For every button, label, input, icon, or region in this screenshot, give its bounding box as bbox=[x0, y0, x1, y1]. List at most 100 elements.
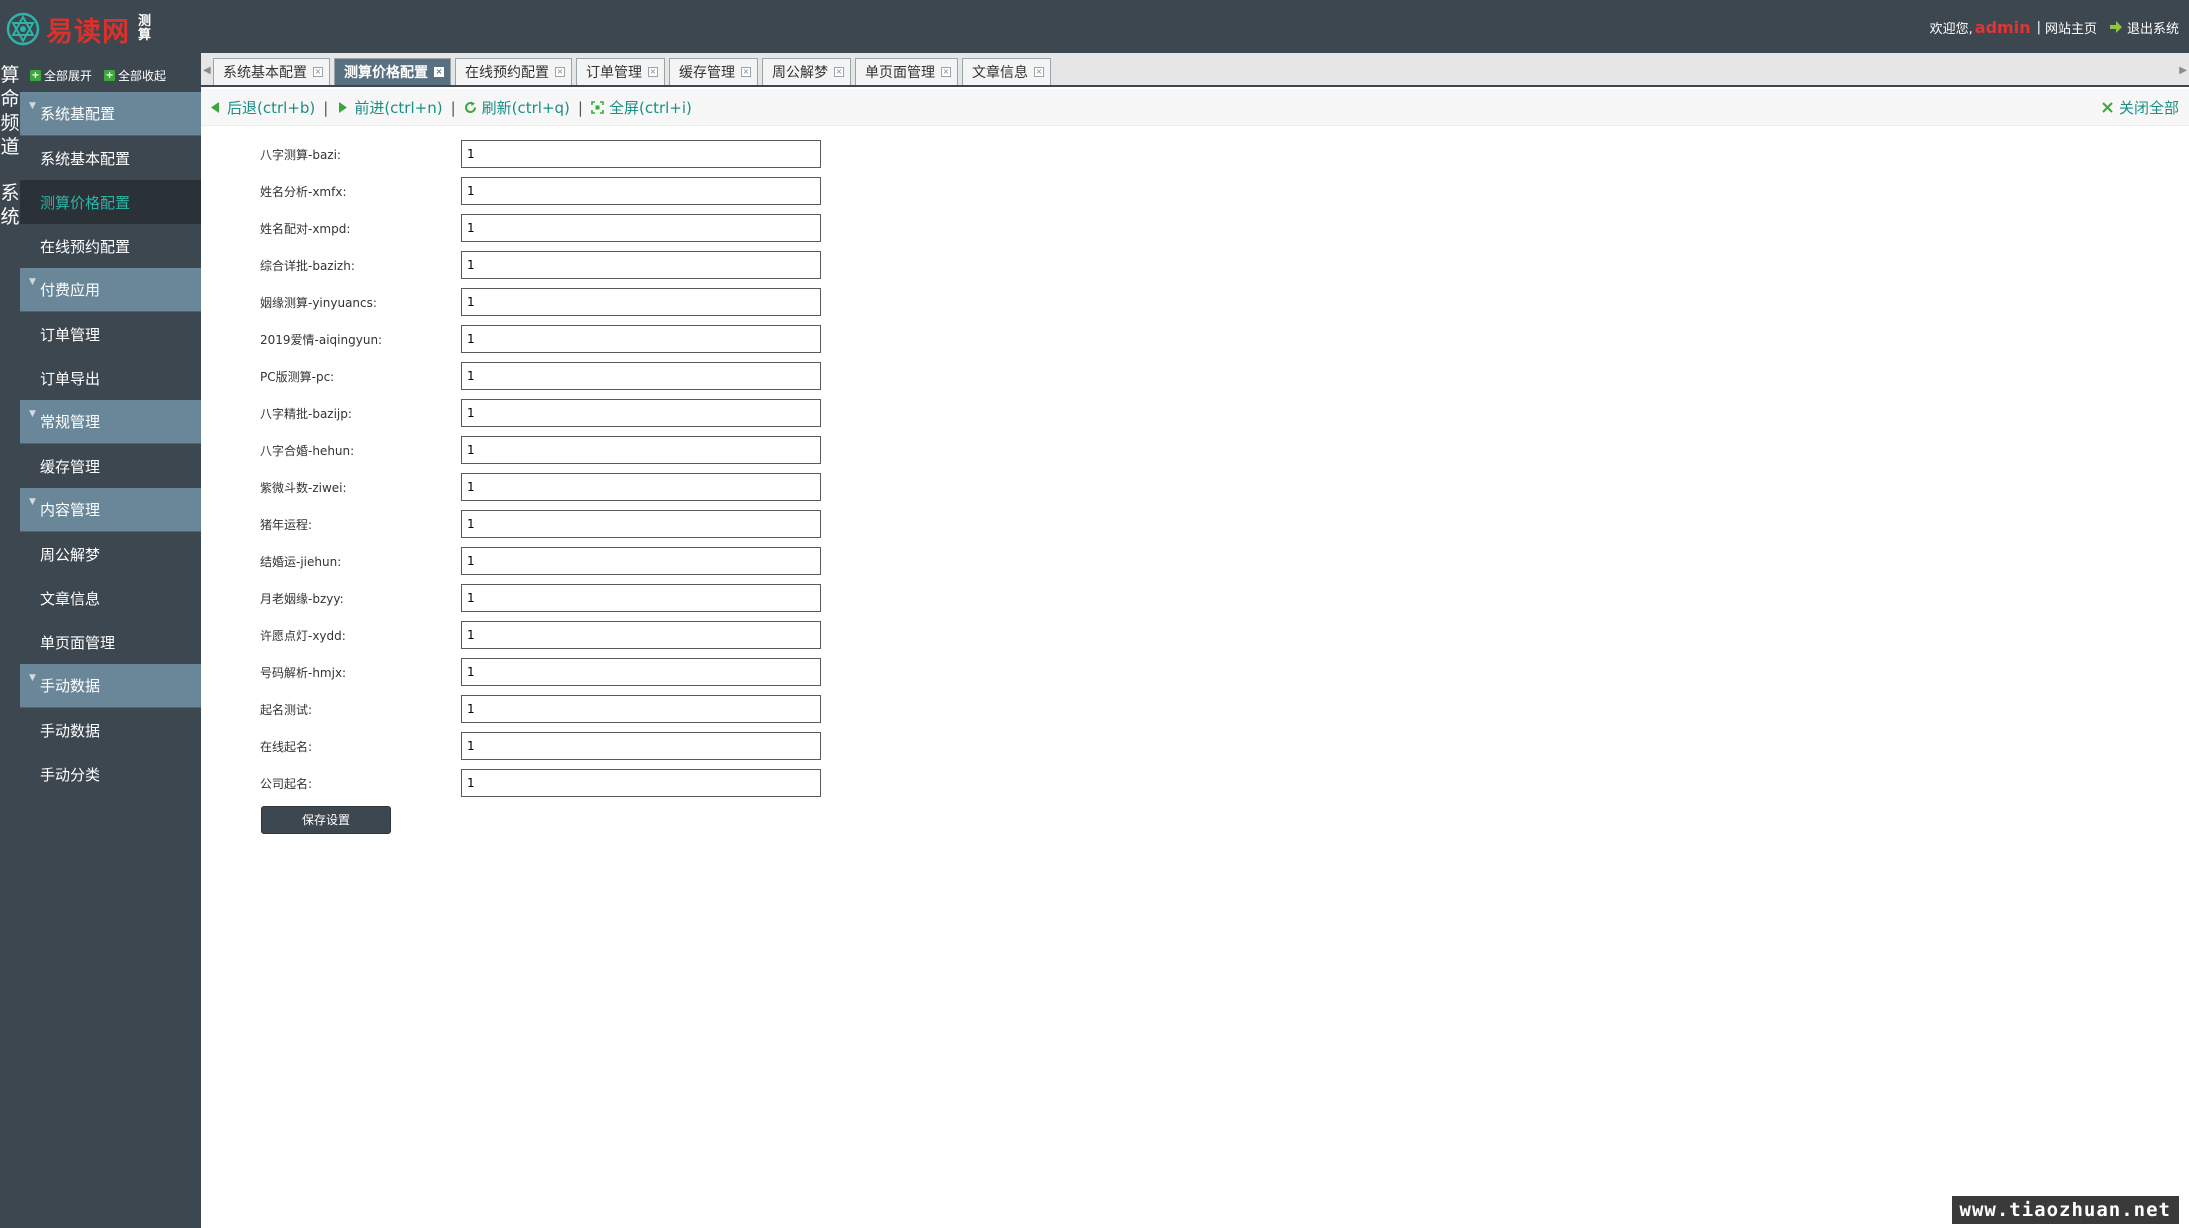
sidebar-group-paid[interactable]: ▼ 付费应用 bbox=[20, 268, 201, 312]
refresh-button[interactable]: 刷新(ctrl+q) bbox=[464, 97, 570, 118]
price-input-bzyy[interactable] bbox=[461, 584, 821, 612]
sidebar-item-manual-category[interactable]: 手动分类 bbox=[20, 752, 201, 796]
tab-bar: ◀ 系统基本配置 × 测算价格配置 × 在线预约配置 × 订单管理 × 缓存管理 × 周公… bbox=[201, 53, 2189, 87]
close-icon[interactable]: × bbox=[834, 67, 844, 77]
price-input-online-naming[interactable] bbox=[461, 732, 821, 760]
close-icon[interactable]: × bbox=[555, 67, 565, 77]
field-label: 姓名分析-xmfx: bbox=[260, 185, 347, 199]
sidebar-group-general[interactable]: ▼ 常规管理 bbox=[20, 400, 201, 444]
price-input-company-naming[interactable] bbox=[461, 769, 821, 797]
sidebar-item-cache[interactable]: 缓存管理 bbox=[20, 444, 201, 488]
price-input-bazijp[interactable] bbox=[461, 399, 821, 427]
channel-label-system[interactable]: 系统 bbox=[0, 181, 20, 229]
sidebar-item-dreams[interactable]: 周公解梦 bbox=[20, 532, 201, 576]
sidebar-item-system-basic[interactable]: 系统基本配置 bbox=[20, 136, 201, 180]
close-icon[interactable]: × bbox=[741, 67, 751, 77]
close-icon[interactable]: × bbox=[941, 67, 951, 77]
sidebar-item-order-export[interactable]: 订单导出 bbox=[20, 356, 201, 400]
form-row: 姓名分析-xmfx: bbox=[201, 177, 901, 205]
field-label: 在线起名: bbox=[260, 740, 313, 754]
price-input-bazizh[interactable] bbox=[461, 251, 821, 279]
channel-strip: 算命频道 系统 bbox=[0, 53, 20, 1228]
price-input-qiming-test[interactable] bbox=[461, 695, 821, 723]
price-input-xydd[interactable] bbox=[461, 621, 821, 649]
back-button[interactable]: 后退(ctrl+b) bbox=[209, 97, 315, 118]
price-input-ziwei[interactable] bbox=[461, 473, 821, 501]
sidebar-item-label: 手动数据 bbox=[40, 721, 101, 740]
logout-link[interactable]: 退出系统 bbox=[2127, 18, 2179, 37]
close-icon[interactable]: × bbox=[434, 67, 444, 77]
tab-system-basic[interactable]: 系统基本配置 × bbox=[213, 58, 330, 85]
price-input-jiehun[interactable] bbox=[461, 547, 821, 575]
close-all-button[interactable]: 关闭全部 bbox=[2101, 97, 2179, 118]
sidebar-item-label: 单页面管理 bbox=[40, 633, 116, 652]
price-input-xmpd[interactable] bbox=[461, 214, 821, 242]
channel-label-system-text: 系统 bbox=[0, 182, 20, 228]
tab-cache[interactable]: 缓存管理 × bbox=[669, 58, 758, 85]
divider: | bbox=[2036, 19, 2041, 35]
tab-price-config[interactable]: 测算价格配置 × bbox=[334, 58, 451, 85]
price-input-pc[interactable] bbox=[461, 362, 821, 390]
site-home-link[interactable]: 网站主页 bbox=[2045, 18, 2097, 37]
sidebar-item-label: 订单管理 bbox=[40, 325, 101, 344]
collapse-all-button[interactable]: + 全部收起 bbox=[104, 67, 166, 84]
tab-pages[interactable]: 单页面管理 × bbox=[855, 58, 958, 85]
price-input-hehun[interactable] bbox=[461, 436, 821, 464]
scroll-right-icon[interactable]: ▶ bbox=[2179, 65, 2187, 76]
sidebar-group-label: 手动数据 bbox=[40, 677, 101, 695]
field-label: 八字合婚-hehun: bbox=[260, 444, 355, 458]
channel-label-fortune-text: 算命频道 bbox=[0, 64, 20, 158]
price-input-hmjx[interactable] bbox=[461, 658, 821, 686]
form-row: 2019爱情-aiqingyun: bbox=[201, 325, 901, 353]
sidebar-item-pages[interactable]: 单页面管理 bbox=[20, 620, 201, 664]
plus-icon: + bbox=[30, 70, 41, 81]
price-input-bazi[interactable] bbox=[461, 140, 821, 168]
sidebar-group-manual[interactable]: ▼ 手动数据 bbox=[20, 664, 201, 708]
field-label: 八字精批-bazijp: bbox=[260, 407, 352, 421]
sidebar-item-articles[interactable]: 文章信息 bbox=[20, 576, 201, 620]
user-bar: 欢迎您, admin | 网站主页 退出系统 bbox=[1930, 17, 2179, 37]
sidebar-group-content[interactable]: ▼ 内容管理 bbox=[20, 488, 201, 532]
form-row: 八字测算-bazi: bbox=[201, 140, 901, 168]
price-input-zhunian[interactable] bbox=[461, 510, 821, 538]
sidebar-item-price-config[interactable]: 测算价格配置 bbox=[20, 180, 201, 224]
forward-button[interactable]: 前进(ctrl+n) bbox=[336, 97, 443, 118]
sidebar-item-orders[interactable]: 订单管理 bbox=[20, 312, 201, 356]
form-row: 在线起名: bbox=[201, 732, 901, 760]
tab-articles[interactable]: 文章信息 × bbox=[962, 58, 1051, 85]
field-label: 紫微斗数-ziwei: bbox=[260, 481, 347, 495]
expand-all-button[interactable]: + 全部展开 bbox=[30, 67, 92, 84]
forward-label: 前进(ctrl+n) bbox=[354, 99, 443, 117]
form-row: 公司起名: bbox=[201, 769, 901, 797]
divider: | bbox=[577, 98, 583, 117]
caret-down-icon: ▼ bbox=[29, 497, 36, 507]
refresh-label: 刷新(ctrl+q) bbox=[481, 99, 570, 117]
save-button[interactable]: 保存设置 bbox=[261, 806, 391, 834]
close-icon[interactable]: × bbox=[313, 67, 323, 77]
price-input-yinyuancs[interactable] bbox=[461, 288, 821, 316]
fullscreen-button[interactable]: 全屏(ctrl+i) bbox=[591, 97, 692, 118]
username: admin bbox=[1974, 17, 2031, 37]
tab-label: 文章信息 bbox=[972, 65, 1028, 81]
divider: | bbox=[450, 98, 456, 117]
field-label: 许愿点灯-xydd: bbox=[260, 629, 346, 643]
channel-label-fortune[interactable]: 算命频道 bbox=[0, 63, 20, 159]
tab-orders[interactable]: 订单管理 × bbox=[576, 58, 665, 85]
tab-booking-config[interactable]: 在线预约配置 × bbox=[455, 58, 572, 85]
fullscreen-label: 全屏(ctrl+i) bbox=[608, 99, 692, 117]
sidebar-group-label: 系统基配置 bbox=[40, 105, 116, 123]
scroll-left-icon[interactable]: ◀ bbox=[203, 65, 211, 76]
tab-label: 周公解梦 bbox=[772, 65, 828, 81]
tab-dreams[interactable]: 周公解梦 × bbox=[762, 58, 851, 85]
sidebar-group-system[interactable]: ▼ 系统基配置 bbox=[20, 92, 201, 136]
sidebar-item-booking-config[interactable]: 在线预约配置 bbox=[20, 224, 201, 268]
tab-label: 单页面管理 bbox=[865, 65, 935, 81]
close-icon[interactable]: × bbox=[648, 67, 658, 77]
price-input-xmfx[interactable] bbox=[461, 177, 821, 205]
sidebar-item-label: 缓存管理 bbox=[40, 457, 101, 476]
field-label: 月老姻缘-bzyy: bbox=[260, 592, 344, 606]
sidebar-item-manual-data[interactable]: 手动数据 bbox=[20, 708, 201, 752]
close-icon[interactable]: × bbox=[1034, 67, 1044, 77]
logo[interactable]: 易读网 测算 bbox=[6, 9, 152, 49]
price-input-aiqingyun[interactable] bbox=[461, 325, 821, 353]
